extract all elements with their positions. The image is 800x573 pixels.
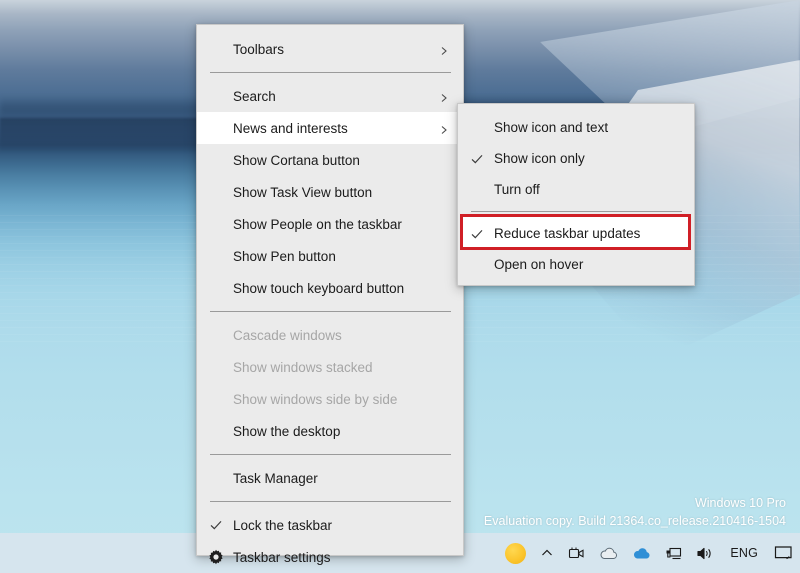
menu-item-label: Search: [233, 88, 276, 104]
chevron-right-icon: [439, 44, 449, 55]
menu-item-label: Show Task View button: [233, 184, 373, 200]
onedrive-gray-cloud-icon[interactable]: [592, 533, 625, 573]
show-hidden-icons-chevron-icon[interactable]: [533, 533, 561, 573]
menu-item-label: Show People on the taskbar: [233, 216, 402, 232]
watermark-build: Evaluation copy. Build 21364.co_release.…: [483, 513, 786, 528]
menu-item-label: Open on hover: [494, 257, 584, 272]
windows-activation-watermark: Windows 10 Pro Evaluation copy. Build 21…: [484, 494, 786, 530]
submenu-item-reduce-taskbar-updates[interactable]: Reduce taskbar updates: [458, 218, 694, 249]
menu-item-news-and-interests[interactable]: News and interests: [197, 112, 463, 144]
menu-item-label: Show windows stacked: [233, 359, 373, 375]
chevron-right-icon: [439, 91, 449, 102]
submenu-item-show-icon-only[interactable]: Show icon only: [458, 143, 694, 174]
submenu-item-open-on-hover[interactable]: Open on hover: [458, 249, 694, 280]
chevron-right-icon: [439, 123, 449, 134]
news-and-interests-submenu[interactable]: Show icon and text Show icon only Turn o…: [457, 103, 695, 286]
menu-item-label: Cascade windows: [233, 327, 342, 343]
menu-item-cascade-windows: Cascade windows: [197, 319, 463, 351]
menu-item-search[interactable]: Search: [197, 80, 463, 112]
checkmark-icon: [470, 227, 484, 241]
annotated-submenu-item-wrapper: Reduce taskbar updates: [458, 214, 694, 250]
menu-item-show-cortana-button[interactable]: Show Cortana button: [197, 144, 463, 176]
submenu-item-turn-off[interactable]: Turn off: [458, 174, 694, 205]
menu-item-label: Show windows side by side: [233, 391, 398, 407]
menu-item-label: Show touch keyboard button: [233, 280, 405, 296]
action-center-icon[interactable]: [767, 533, 800, 573]
gear-icon: [208, 549, 224, 565]
menu-item-label: Taskbar settings: [233, 549, 331, 565]
menu-item-task-manager[interactable]: Task Manager: [197, 462, 463, 494]
menu-item-label: News and interests: [233, 120, 348, 136]
menu-item-label: Turn off: [494, 182, 540, 197]
desktop-screen: Windows 10 Pro Evaluation copy. Build 21…: [0, 0, 800, 573]
volume-icon[interactable]: [689, 533, 721, 573]
menu-item-show-pen-button[interactable]: Show Pen button: [197, 240, 463, 272]
menu-item-show-people-on-the-taskbar[interactable]: Show People on the taskbar: [197, 208, 463, 240]
menu-item-label: Task Manager: [233, 470, 318, 486]
language-indicator[interactable]: ENG: [721, 533, 767, 573]
menu-separator: [210, 311, 451, 312]
menu-item-show-windows-stacked: Show windows stacked: [197, 351, 463, 383]
menu-item-label: Toolbars: [233, 41, 285, 57]
taskbar-context-menu[interactable]: Toolbars Search News and interests Show …: [196, 24, 464, 565]
menu-item-lock-the-taskbar[interactable]: Lock the taskbar: [197, 509, 463, 541]
menu-separator: [210, 501, 451, 502]
menu-item-show-touch-keyboard-button[interactable]: Show touch keyboard button: [197, 272, 463, 304]
menu-item-toolbars[interactable]: Toolbars: [197, 33, 463, 65]
network-icon[interactable]: [658, 533, 689, 573]
checkmark-icon: [470, 152, 484, 166]
menu-item-taskbar-settings[interactable]: Taskbar settings: [197, 541, 463, 573]
menu-item-label: Show icon and text: [494, 120, 609, 135]
meet-now-camera-icon[interactable]: [561, 533, 592, 573]
menu-separator: [471, 211, 682, 212]
menu-item-label: Show Pen button: [233, 248, 336, 264]
system-tray: ENG: [498, 533, 800, 573]
onedrive-blue-cloud-icon[interactable]: [625, 533, 658, 573]
menu-item-show-the-desktop[interactable]: Show the desktop: [197, 415, 463, 447]
menu-item-label: Show icon only: [494, 151, 585, 166]
menu-separator: [210, 72, 451, 73]
watermark-edition: Windows 10 Pro: [694, 495, 786, 510]
menu-item-show-task-view-button[interactable]: Show Task View button: [197, 176, 463, 208]
menu-separator: [210, 454, 451, 455]
weather-sun-icon[interactable]: [498, 533, 533, 573]
menu-item-label: Show Cortana button: [233, 152, 360, 168]
menu-item-label: Lock the taskbar: [233, 517, 333, 533]
menu-item-show-windows-side-by-side: Show windows side by side: [197, 383, 463, 415]
submenu-item-show-icon-and-text[interactable]: Show icon and text: [458, 112, 694, 143]
menu-item-label: Reduce taskbar updates: [494, 226, 641, 241]
menu-item-label: Show the desktop: [233, 423, 341, 439]
checkmark-icon: [209, 518, 223, 532]
